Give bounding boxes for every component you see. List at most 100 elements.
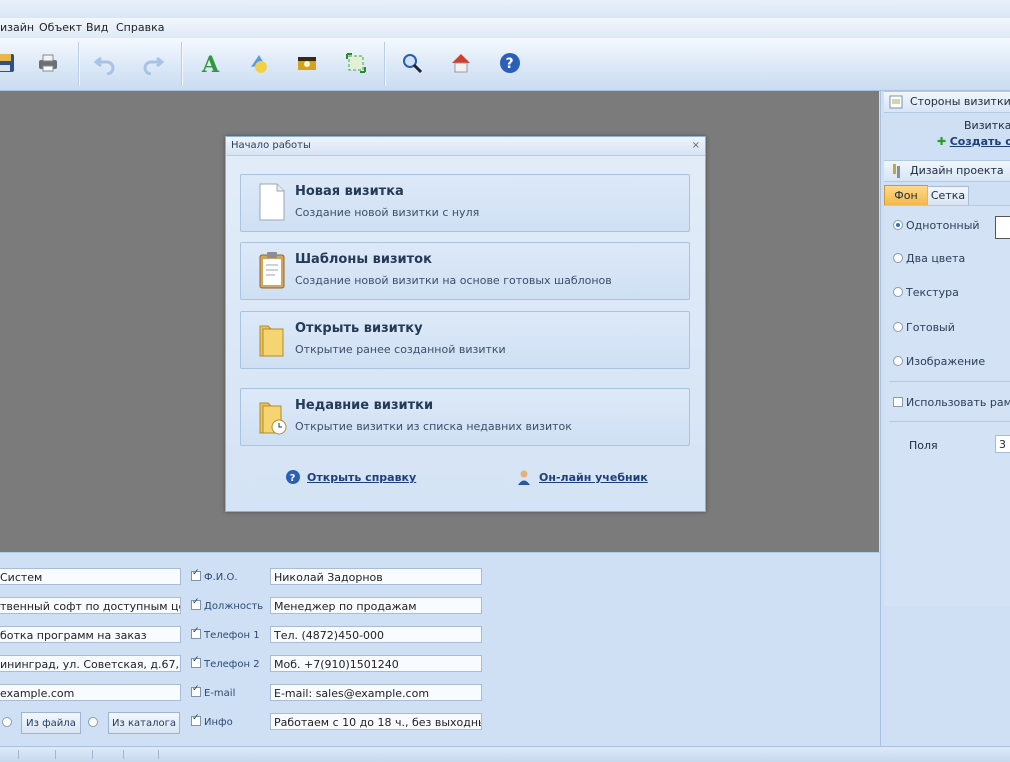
fields-input[interactable]: 3 — [995, 435, 1010, 453]
label-text: E-mail — [204, 688, 236, 699]
position-checkbox[interactable] — [191, 597, 201, 610]
home-icon[interactable] — [446, 48, 476, 78]
phone1-checkbox[interactable] — [191, 626, 201, 639]
window-titlebar — [0, 0, 1010, 19]
resize-icon[interactable] — [341, 48, 371, 78]
option-image[interactable]: Изображение — [893, 355, 985, 368]
toolbar-separator — [181, 42, 182, 86]
phone2-field[interactable]: Моб. +7(910)1501240 — [270, 655, 482, 672]
create-side-link[interactable]: Создать о — [950, 135, 1010, 148]
radio-texture[interactable] — [893, 287, 903, 297]
row-label-info[interactable]: Инфо — [191, 713, 233, 728]
row-label-name[interactable]: Ф.И.О. — [191, 568, 238, 583]
save-icon[interactable] — [0, 48, 20, 78]
close-icon[interactable]: × — [692, 137, 700, 155]
label-text: Инфо — [204, 717, 233, 728]
card-recent[interactable]: Недавние визитки Открытие визитки из спи… — [240, 388, 690, 446]
help-icon: ? — [286, 470, 300, 484]
create-side-link-row: ✚ Создать о — [937, 135, 1010, 148]
radio-solid[interactable] — [893, 220, 903, 230]
logo-catalog-radio[interactable] — [88, 717, 98, 727]
activity-field[interactable]: ботка программ на заказ — [0, 626, 181, 643]
help-icon[interactable]: ? — [495, 48, 525, 78]
divider — [889, 421, 1010, 422]
redo-icon[interactable] — [138, 48, 168, 78]
search-icon[interactable] — [397, 48, 427, 78]
card-title: Шаблоны визиток — [295, 252, 432, 267]
sides-text: Визитка — [964, 119, 1010, 132]
email-checkbox[interactable] — [191, 684, 201, 697]
status-divider — [55, 750, 56, 759]
status-divider — [158, 750, 159, 759]
name-field[interactable]: Николай Задорнов — [270, 568, 482, 585]
row-label-phone1[interactable]: Телефон 1 — [191, 626, 260, 641]
paint-tools-icon — [893, 164, 900, 178]
undo-icon[interactable] — [90, 48, 120, 78]
user-icon — [518, 470, 530, 485]
solid-color-swatch[interactable] — [995, 216, 1010, 239]
folder-icon — [259, 325, 284, 357]
menu-help[interactable]: Справка — [116, 21, 164, 34]
address-field[interactable]: инингpад, ул. Советская, д.67, оф.30 — [0, 655, 181, 672]
card-new[interactable]: Новая визитка Создание новой визитки с н… — [240, 174, 690, 232]
menu-bar: изайн Объект Вид Справка — [0, 18, 1010, 38]
card-desc: Открытие визитки из списка недавних визи… — [295, 420, 572, 433]
use-frame-checkbox[interactable] — [893, 397, 903, 407]
svg-text:?: ? — [290, 473, 296, 484]
from-file-button[interactable]: Из файла — [21, 712, 81, 734]
image-icon[interactable] — [292, 48, 322, 78]
info-checkbox[interactable] — [191, 713, 201, 726]
use-frame-option[interactable]: Использовать рамк — [893, 396, 1010, 409]
phone1-field[interactable]: Тел. (4872)450-000 — [270, 626, 482, 643]
dialog-title: Начало работы — [231, 140, 311, 151]
info-field[interactable]: Работаем с 10 до 18 ч., без выходных — [270, 713, 482, 730]
tab-background[interactable]: Фон — [884, 185, 928, 206]
design-header[interactable]: Дизайн проекта — [884, 160, 1010, 182]
menu-design[interactable]: изайн — [0, 21, 34, 34]
use-frame-label: Использовать рамк — [906, 396, 1010, 409]
row-label-phone2[interactable]: Телефон 2 — [191, 655, 260, 670]
card-templates[interactable]: Шаблоны визиток Создание новой визитки н… — [240, 242, 690, 300]
logo-source-radio[interactable] — [2, 717, 12, 727]
card-desc: Открытие ранее созданной визитки — [295, 343, 506, 356]
position-field[interactable]: Менеджер по продажам — [270, 597, 482, 614]
divider — [889, 381, 1010, 382]
status-divider — [123, 750, 124, 759]
right-panel: Стороны визитки Визитка ✚ Создать о Диза… — [880, 91, 1010, 746]
shapes-icon[interactable] — [244, 48, 274, 78]
toolbar-separator — [78, 42, 79, 86]
row-label-position[interactable]: Должность — [191, 597, 263, 612]
option-solid[interactable]: Однотонный — [893, 219, 980, 232]
card-desc: Создание новой визитки на основе готовых… — [295, 274, 612, 287]
card-open[interactable]: Открыть визитку Открытие ранее созданной… — [240, 311, 690, 369]
option-label: Изображение — [906, 355, 986, 368]
company-field[interactable]: Систем — [0, 568, 181, 585]
option-texture[interactable]: Текстура — [893, 286, 959, 299]
radio-two-colors[interactable] — [893, 253, 903, 263]
website-field[interactable]: example.com — [0, 684, 181, 701]
from-catalog-button[interactable]: Из каталога — [108, 712, 180, 734]
slogan-field[interactable]: твенный софт по доступным ценам — [0, 597, 181, 614]
tab-grid[interactable]: Сетка — [927, 186, 969, 206]
open-help-link[interactable]: Открыть справку — [307, 471, 416, 484]
card-title: Недавние визитки — [295, 398, 434, 413]
document-icon — [259, 183, 285, 221]
row-label-email[interactable]: E-mail — [191, 684, 236, 699]
label-text: Ф.И.О. — [204, 572, 238, 583]
menu-object[interactable]: Объект — [39, 21, 82, 34]
print-icon[interactable] — [33, 48, 63, 78]
online-tutorial-link[interactable]: Он-лайн учебник — [539, 471, 648, 484]
text-icon[interactable]: A — [195, 48, 225, 78]
menu-view[interactable]: Вид — [86, 21, 108, 34]
toolbar: A ? — [0, 38, 1010, 91]
radio-image[interactable] — [893, 356, 903, 366]
svg-text:A: A — [201, 52, 220, 75]
option-two-colors[interactable]: Два цвета — [893, 252, 965, 265]
name-checkbox[interactable] — [191, 568, 201, 581]
option-ready[interactable]: Готовый — [893, 321, 955, 334]
phone2-checkbox[interactable] — [191, 655, 201, 668]
sides-header[interactable]: Стороны визитки — [884, 91, 1010, 113]
radio-ready[interactable] — [893, 322, 903, 332]
email-field[interactable]: E-mail: sales@example.com — [270, 684, 482, 701]
label-text: Телефон 1 — [204, 630, 260, 641]
